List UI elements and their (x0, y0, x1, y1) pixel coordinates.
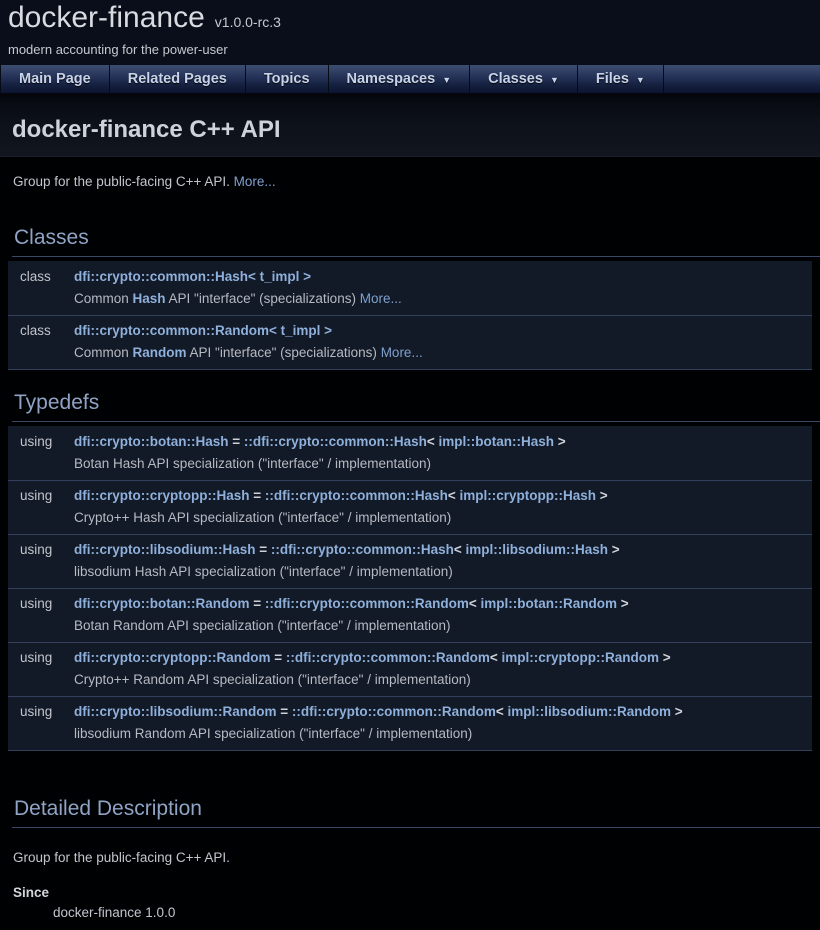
typedef-row: using dfi::crypto::libsodium::Random = :… (8, 696, 812, 750)
typedef-name-link[interactable]: dfi::crypto::libsodium::Hash (74, 542, 256, 557)
more-link[interactable]: More... (381, 345, 423, 360)
typedef-description: Crypto++ Random API specialization ("int… (74, 669, 812, 691)
typedef-description: libsodium Hash API specialization ("inte… (74, 561, 812, 583)
typedef-target-link[interactable]: ::dfi::crypto::common::Hash (265, 488, 448, 503)
page-header: docker-finance C++ API (0, 97, 820, 157)
tab-label: Main Page (19, 71, 91, 87)
typedef-target-link[interactable]: ::dfi::crypto::common::Hash (271, 542, 454, 557)
project-version: v1.0.0-rc.3 (215, 14, 281, 30)
member-keyword: using (8, 647, 74, 669)
contents: Group for the public-facing C++ API. Mor… (0, 174, 820, 930)
intro-paragraph: Group for the public-facing C++ API. Mor… (13, 174, 807, 189)
typedef-arg-link[interactable]: impl::cryptopp::Hash (460, 488, 597, 503)
class-description: Common Hash API "interface" (specializat… (74, 288, 812, 310)
tab-files[interactable]: Files ▼ (578, 65, 664, 93)
typedef-arg-link[interactable]: impl::libsodium::Hash (466, 542, 609, 557)
typedef-description: Botan Random API specialization ("interf… (74, 615, 812, 637)
member-keyword: using (8, 539, 74, 561)
project-name: docker-finance (8, 1, 205, 35)
since-block: Since docker-finance 1.0.0 (13, 885, 807, 920)
project-brief: modern accounting for the power-user (8, 42, 820, 57)
tab-topics[interactable]: Topics (246, 65, 329, 93)
tab-label: Files (596, 71, 629, 87)
chevron-down-icon: ▼ (442, 75, 451, 85)
nav-tabs: Main Page Related Pages Topics Namespace… (0, 65, 820, 93)
tab-label: Namespaces (347, 71, 436, 87)
class-desc-link[interactable]: Random (133, 345, 187, 360)
typedef-name-link[interactable]: dfi::crypto::cryptopp::Hash (74, 488, 250, 503)
typedef-row: using dfi::crypto::cryptopp::Hash = ::df… (8, 480, 812, 534)
section-header-typedefs: Typedefs (12, 391, 820, 422)
more-link[interactable]: More... (234, 174, 276, 189)
typedef-description: Botan Hash API specialization ("interfac… (74, 453, 812, 475)
detailed-paragraph: Group for the public-facing C++ API. (13, 850, 807, 865)
typedef-name-link[interactable]: dfi::crypto::libsodium::Random (74, 704, 276, 719)
typedef-target-link[interactable]: ::dfi::crypto::common::Random (265, 596, 469, 611)
typedef-arg-link[interactable]: impl::botan::Hash (439, 434, 555, 449)
typedef-target-link[interactable]: ::dfi::crypto::common::Random (292, 704, 496, 719)
class-link[interactable]: dfi::crypto::common::Hash< t_impl > (74, 269, 311, 284)
typedefs-table: using dfi::crypto::botan::Hash = ::dfi::… (8, 426, 812, 751)
page-title: docker-finance C++ API (0, 97, 820, 144)
typedef-row: using dfi::crypto::botan::Hash = ::dfi::… (8, 426, 812, 480)
typedef-target-link[interactable]: ::dfi::crypto::common::Hash (244, 434, 427, 449)
more-link[interactable]: More... (360, 291, 402, 306)
tab-namespaces[interactable]: Namespaces ▼ (329, 65, 471, 93)
class-description: Common Random API "interface" (specializ… (74, 342, 812, 364)
typedef-arg-link[interactable]: impl::cryptopp::Random (502, 650, 660, 665)
typedef-arg-link[interactable]: impl::libsodium::Random (508, 704, 671, 719)
tab-label: Topics (264, 71, 310, 87)
typedef-row: using dfi::crypto::botan::Random = ::dfi… (8, 588, 812, 642)
class-row: class dfi::crypto::common::Hash< t_impl … (8, 261, 812, 315)
class-desc-link[interactable]: Hash (133, 291, 166, 306)
typedef-name-link[interactable]: dfi::crypto::cryptopp::Random (74, 650, 270, 665)
tab-related-pages[interactable]: Related Pages (110, 65, 246, 93)
typedef-row: using dfi::crypto::libsodium::Hash = ::d… (8, 534, 812, 588)
class-row: class dfi::crypto::common::Random< t_imp… (8, 315, 812, 369)
section-header-classes: Classes (12, 226, 820, 257)
member-keyword: using (8, 485, 74, 507)
typedef-description: libsodium Random API specialization ("in… (74, 723, 812, 745)
tab-main-page[interactable]: Main Page (0, 65, 110, 93)
member-keyword: using (8, 431, 74, 453)
since-label: Since (13, 885, 807, 900)
chevron-down-icon: ▼ (550, 75, 559, 85)
member-keyword: class (8, 320, 74, 342)
chevron-down-icon: ▼ (636, 75, 645, 85)
intro-text: Group for the public-facing C++ API. (13, 174, 234, 189)
typedef-target-link[interactable]: ::dfi::crypto::common::Random (286, 650, 490, 665)
member-keyword: class (8, 266, 74, 288)
classes-table: class dfi::crypto::common::Hash< t_impl … (8, 261, 812, 370)
member-keyword: using (8, 701, 74, 723)
tab-label: Classes (488, 71, 543, 87)
class-link[interactable]: dfi::crypto::common::Random< t_impl > (74, 323, 332, 338)
typedef-row: using dfi::crypto::cryptopp::Random = ::… (8, 642, 812, 696)
member-keyword: using (8, 593, 74, 615)
title-area: docker-finance v1.0.0-rc.3 modern accoun… (0, 0, 820, 65)
typedef-description: Crypto++ Hash API specialization ("inter… (74, 507, 812, 529)
tab-label: Related Pages (128, 71, 227, 87)
tab-classes[interactable]: Classes ▼ (470, 65, 578, 93)
section-header-detailed-description: Detailed Description (12, 797, 820, 828)
typedef-name-link[interactable]: dfi::crypto::botan::Hash (74, 434, 228, 449)
typedef-name-link[interactable]: dfi::crypto::botan::Random (74, 596, 249, 611)
typedef-arg-link[interactable]: impl::botan::Random (480, 596, 616, 611)
since-value: docker-finance 1.0.0 (53, 905, 807, 920)
